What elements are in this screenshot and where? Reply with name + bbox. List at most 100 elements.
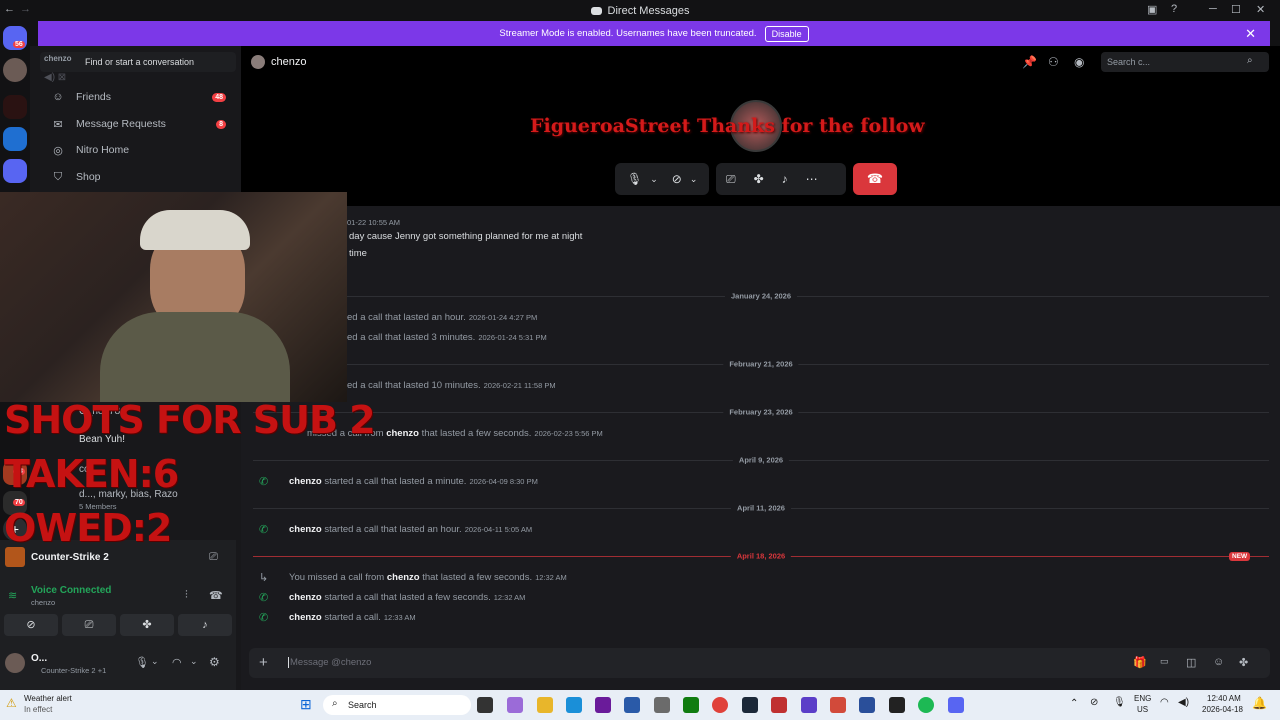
- obs-icon[interactable]: [889, 697, 905, 713]
- disconnect-icon[interactable]: ☎: [209, 589, 223, 602]
- forward-arrow-icon[interactable]: →: [20, 3, 31, 15]
- search-input[interactable]: Search c...: [1101, 52, 1269, 72]
- task-view-icon[interactable]: [477, 697, 493, 713]
- edge-icon[interactable]: [566, 697, 582, 713]
- settings-gear-icon[interactable]: ⚙: [209, 655, 220, 669]
- sticker-icon[interactable]: ◫: [1186, 656, 1196, 669]
- add-friends-icon[interactable]: ⚇: [1048, 55, 1059, 69]
- mic-chevron-down-icon[interactable]: ⌄: [650, 174, 658, 185]
- more-icon[interactable]: ⋯: [806, 172, 818, 186]
- mic-tray-icon[interactable]: 🎙: [1113, 697, 1126, 708]
- volume-icon[interactable]: ◀): [1178, 697, 1189, 708]
- app-tools-icon[interactable]: [830, 697, 846, 713]
- start-windows-icon[interactable]: ⊞: [300, 696, 312, 713]
- top-message-timestamp: 01-22 10:55 AM: [347, 218, 400, 227]
- sidebar-item-shop[interactable]: ⛉ Shop: [38, 165, 236, 189]
- activities-icon[interactable]: ✤: [754, 172, 764, 186]
- microphone-icon[interactable]: 🎙: [627, 172, 642, 186]
- camera-chevron-down-icon[interactable]: ⌄: [690, 174, 698, 185]
- sidebar-item-nitro[interactable]: ◎ Nitro Home: [38, 138, 236, 162]
- server-fire-icon[interactable]: [3, 95, 27, 119]
- back-arrow-icon[interactable]: ←: [4, 3, 15, 15]
- nitro-icon: ◎: [53, 144, 63, 157]
- spotify-icon[interactable]: [918, 697, 934, 713]
- missed-call-icon: ↳: [259, 572, 269, 584]
- weather-subtitle: In effect: [24, 705, 53, 714]
- chrome-icon[interactable]: [712, 697, 728, 713]
- avatar[interactable]: [5, 653, 25, 673]
- call-actions-group: ⎚ ✤ ♪ ⋯: [716, 163, 846, 195]
- copilot-icon[interactable]: [507, 697, 523, 713]
- discord-taskbar-icon[interactable]: [948, 697, 964, 713]
- message-input[interactable]: Message @chenzo: [288, 657, 371, 668]
- app-red-icon[interactable]: [771, 697, 787, 713]
- sidebar-item-label: Nitro Home: [76, 144, 130, 156]
- streamer-cap: [140, 210, 250, 250]
- sidebar-item-label: Message Requests: [76, 118, 166, 130]
- network-icon[interactable]: ⊘: [1090, 697, 1098, 708]
- noise-suppression-icon[interactable]: ⫶: [185, 589, 188, 602]
- attach-plus-icon[interactable]: +: [259, 654, 268, 671]
- pin-icon[interactable]: 📌: [1022, 55, 1037, 69]
- file-explorer-icon[interactable]: [537, 697, 553, 713]
- voice-status[interactable]: Voice Connected: [31, 585, 111, 596]
- language[interactable]: ENG: [1134, 694, 1151, 703]
- title-bar: ← → Direct Messages ▣ ? ─ ☐ ✕: [0, 0, 1280, 21]
- gift-icon[interactable]: 🎁: [1133, 656, 1147, 669]
- headphones-chevron-down-icon[interactable]: ⌄: [190, 656, 198, 667]
- taskbar-search[interactable]: ⌕ Search: [323, 695, 471, 715]
- sidebar-item-friends[interactable]: ☺ Friends 48: [38, 85, 236, 109]
- soundboard-button[interactable]: ♪: [178, 614, 232, 636]
- date-divider: January 24, 2026: [253, 291, 1269, 301]
- banner-close-icon[interactable]: ✕: [1245, 26, 1256, 42]
- steam-icon[interactable]: [742, 697, 758, 713]
- minimize-icon[interactable]: ─: [1209, 3, 1217, 15]
- camera-off-icon[interactable]: ⊘: [672, 172, 682, 186]
- screen-share-icon[interactable]: ⎚: [726, 172, 736, 187]
- server-blue-icon[interactable]: [3, 127, 27, 151]
- stream-game-icon[interactable]: ⎚: [209, 551, 218, 564]
- search-icon: ⌕: [1247, 55, 1253, 66]
- weather-alert-icon[interactable]: ⚠: [6, 696, 17, 710]
- server-avatar-icon[interactable]: [3, 58, 27, 82]
- user-tag: chenzo: [44, 54, 72, 63]
- wifi-icon[interactable]: ◠: [1160, 697, 1169, 708]
- next-app-icon[interactable]: [595, 697, 611, 713]
- mic-chevron-down-icon[interactable]: ⌄: [151, 656, 159, 667]
- notifications-icon[interactable]: 🔔: [1252, 696, 1267, 710]
- mute-icon[interactable]: ◀) ⊠: [44, 72, 66, 83]
- app-icon[interactable]: [624, 697, 640, 713]
- activity-game: Counter-Strike 2: [31, 552, 109, 563]
- date-divider: April 11, 2026: [253, 503, 1269, 513]
- screen-share-button[interactable]: ⎚: [62, 614, 116, 636]
- clock-time[interactable]: 12:40 AM: [1207, 694, 1241, 703]
- apps-icon[interactable]: ✤: [1239, 656, 1248, 669]
- banner-text: Streamer Mode is enabled. Usernames have…: [499, 28, 757, 39]
- emoji-icon[interactable]: ☺: [1213, 656, 1224, 668]
- headphones-icon[interactable]: ◠: [172, 656, 182, 669]
- close-window-icon[interactable]: ✕: [1256, 3, 1265, 16]
- settings-app-icon[interactable]: [654, 697, 670, 713]
- mic-icon[interactable]: 🎙: [135, 656, 149, 669]
- soundboard-icon[interactable]: ♪: [782, 172, 788, 186]
- xbox-icon[interactable]: [683, 697, 699, 713]
- gif-icon[interactable]: ▭: [1160, 656, 1169, 667]
- camera-off-button[interactable]: ⊘: [4, 614, 58, 636]
- app-purple-icon[interactable]: [801, 697, 817, 713]
- activities-button[interactable]: ✤: [120, 614, 174, 636]
- server-bot-icon[interactable]: [3, 159, 27, 183]
- chevron-up-icon[interactable]: ⌃: [1070, 698, 1078, 709]
- sidebar-item-message-requests[interactable]: ✉ Message Requests 8: [38, 112, 236, 136]
- inbox-icon[interactable]: ▣: [1147, 3, 1157, 16]
- search-icon: ⌕: [332, 698, 338, 709]
- call-message-row: You missed a call from chenzo that laste…: [289, 572, 567, 583]
- help-icon[interactable]: ?: [1171, 3, 1177, 15]
- disable-button[interactable]: Disable: [764, 25, 809, 42]
- maximize-icon[interactable]: ☐: [1231, 3, 1241, 16]
- top-message-line-2: time: [349, 248, 367, 259]
- disconnect-call-button[interactable]: ☎: [853, 163, 897, 195]
- app-blue-icon[interactable]: [859, 697, 875, 713]
- profile-icon[interactable]: ◉: [1074, 55, 1084, 69]
- signal-icon: ≋: [8, 590, 18, 602]
- weather-title[interactable]: Weather alert: [24, 694, 72, 703]
